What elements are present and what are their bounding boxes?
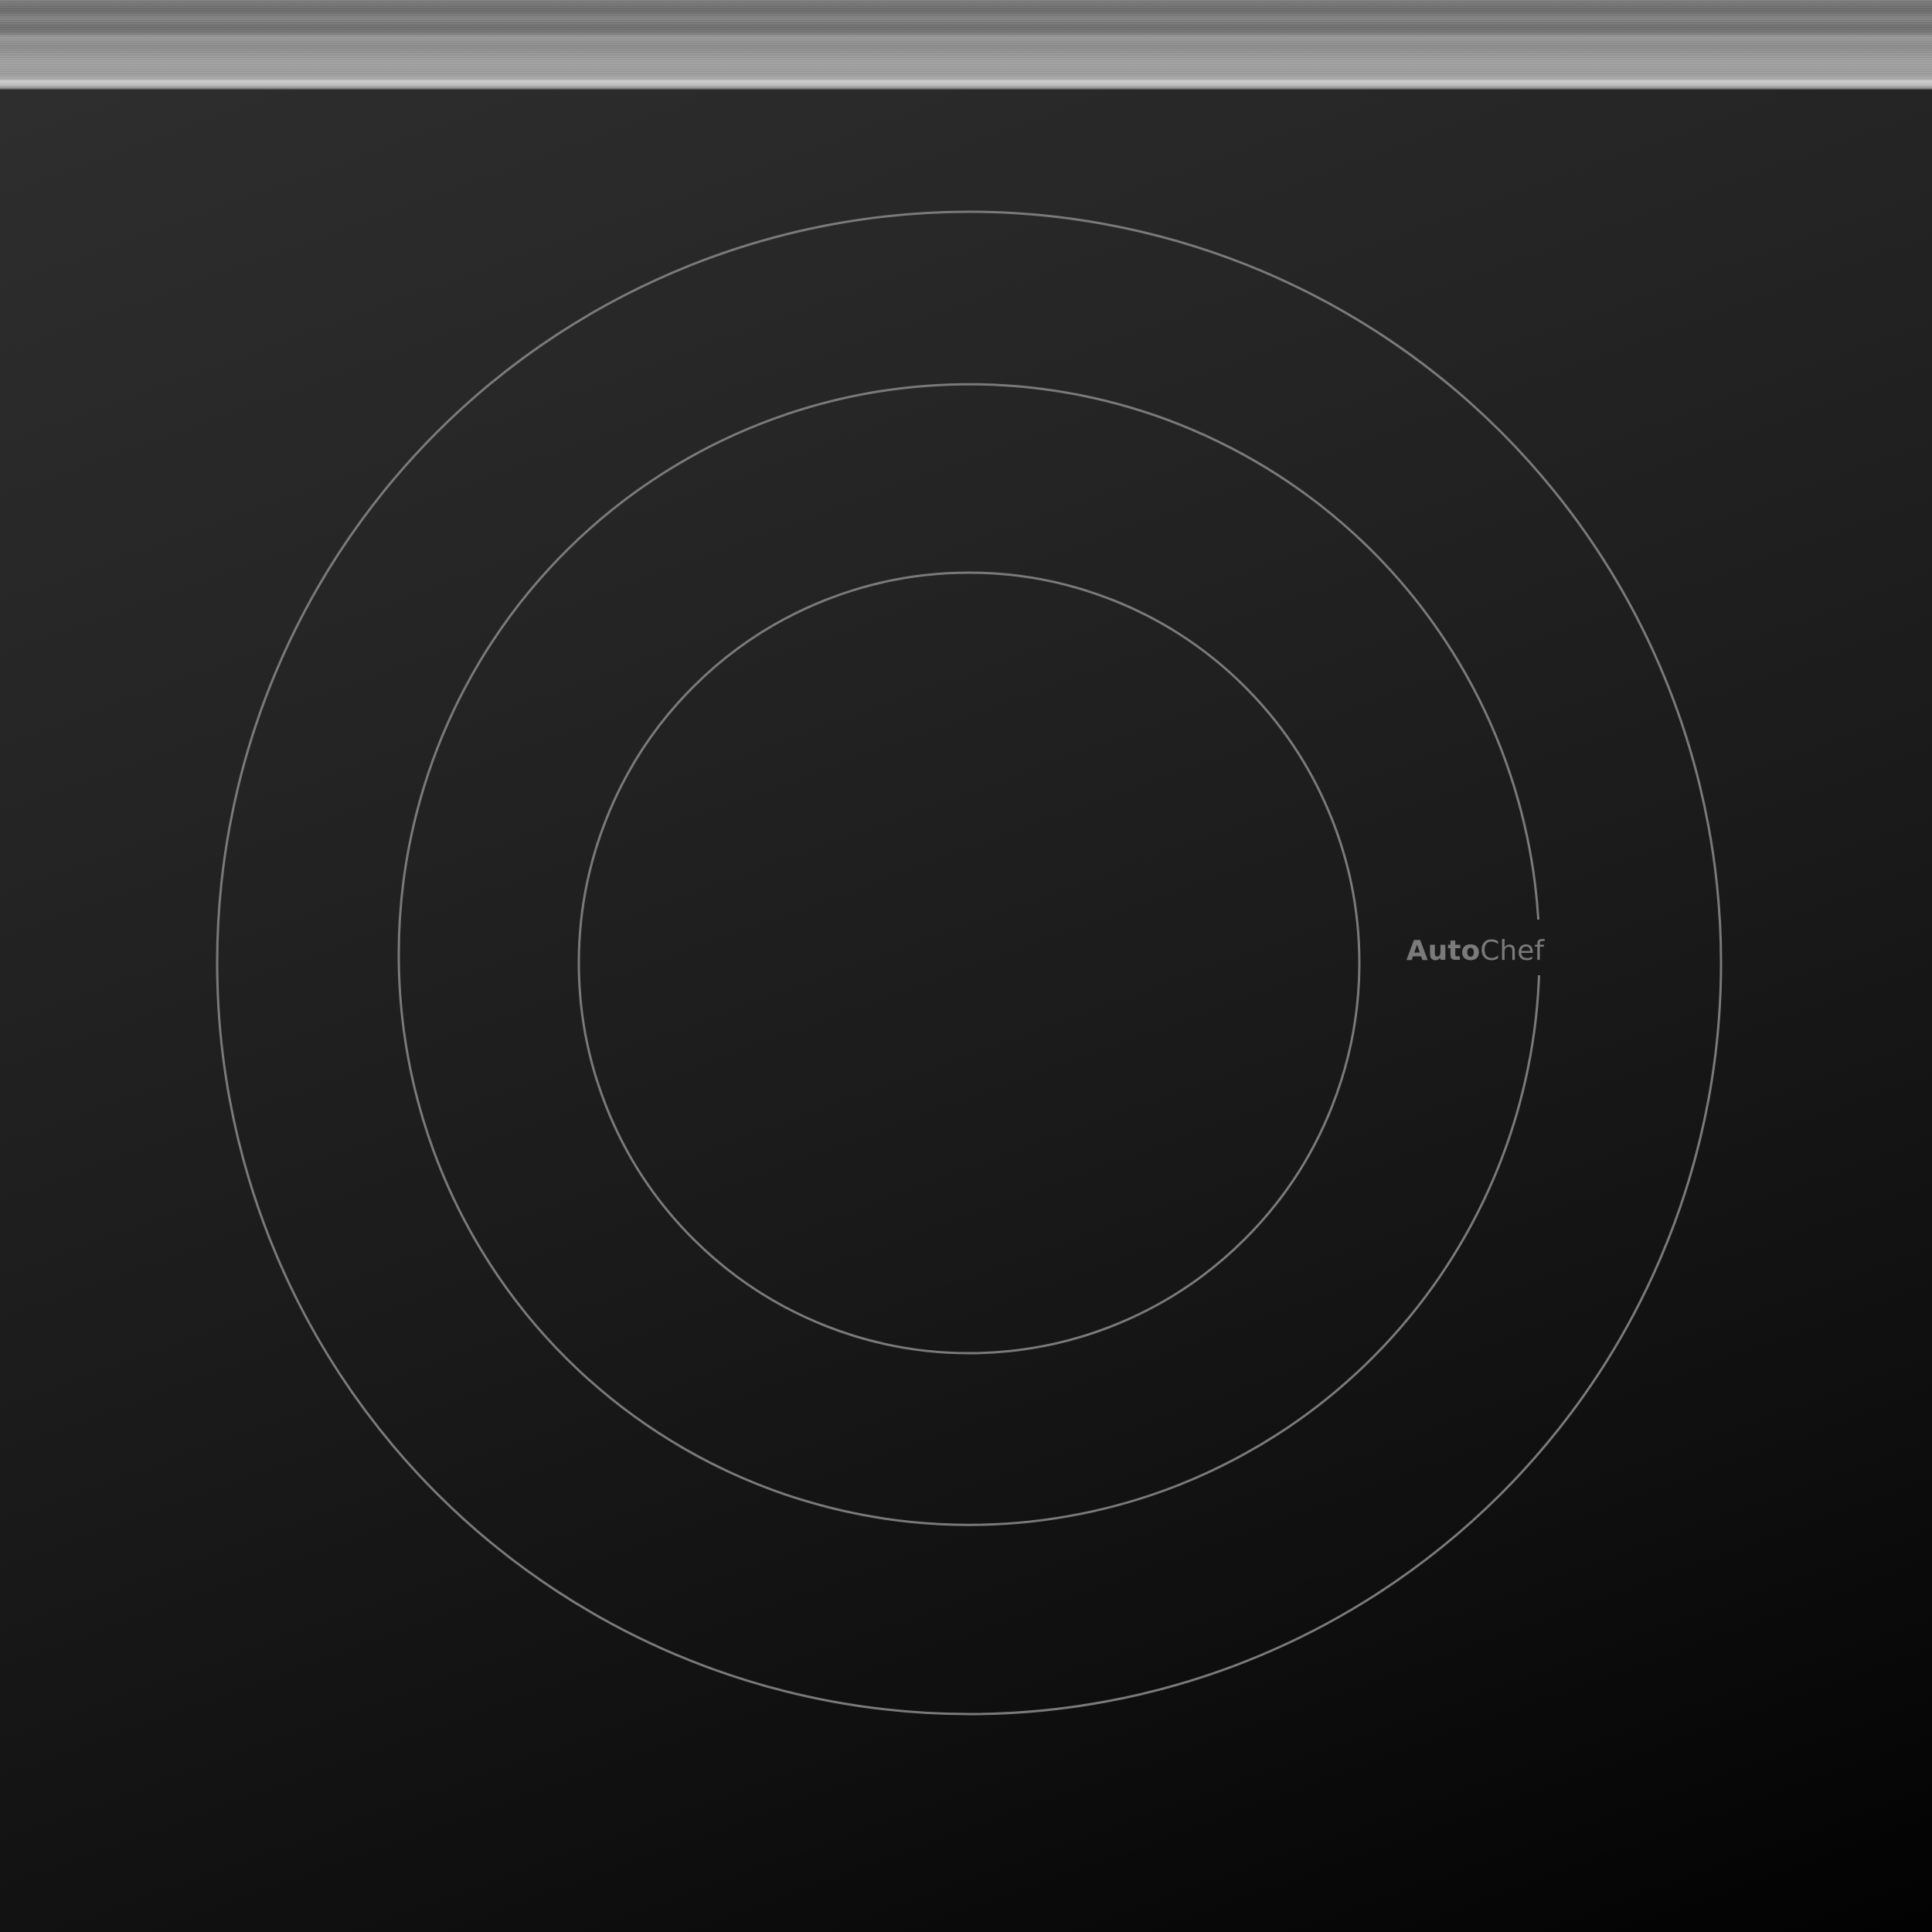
cooktop: AutoChef	[0, 0, 1932, 1932]
brand-logo-bold: Auto	[1406, 935, 1480, 967]
inner-cooking-zone-ring[interactable]	[577, 571, 1361, 1355]
brand-logo-light: Chef	[1480, 935, 1545, 967]
cooking-zones: AutoChef	[216, 210, 1723, 1716]
brand-logo: AutoChef	[1406, 935, 1546, 967]
